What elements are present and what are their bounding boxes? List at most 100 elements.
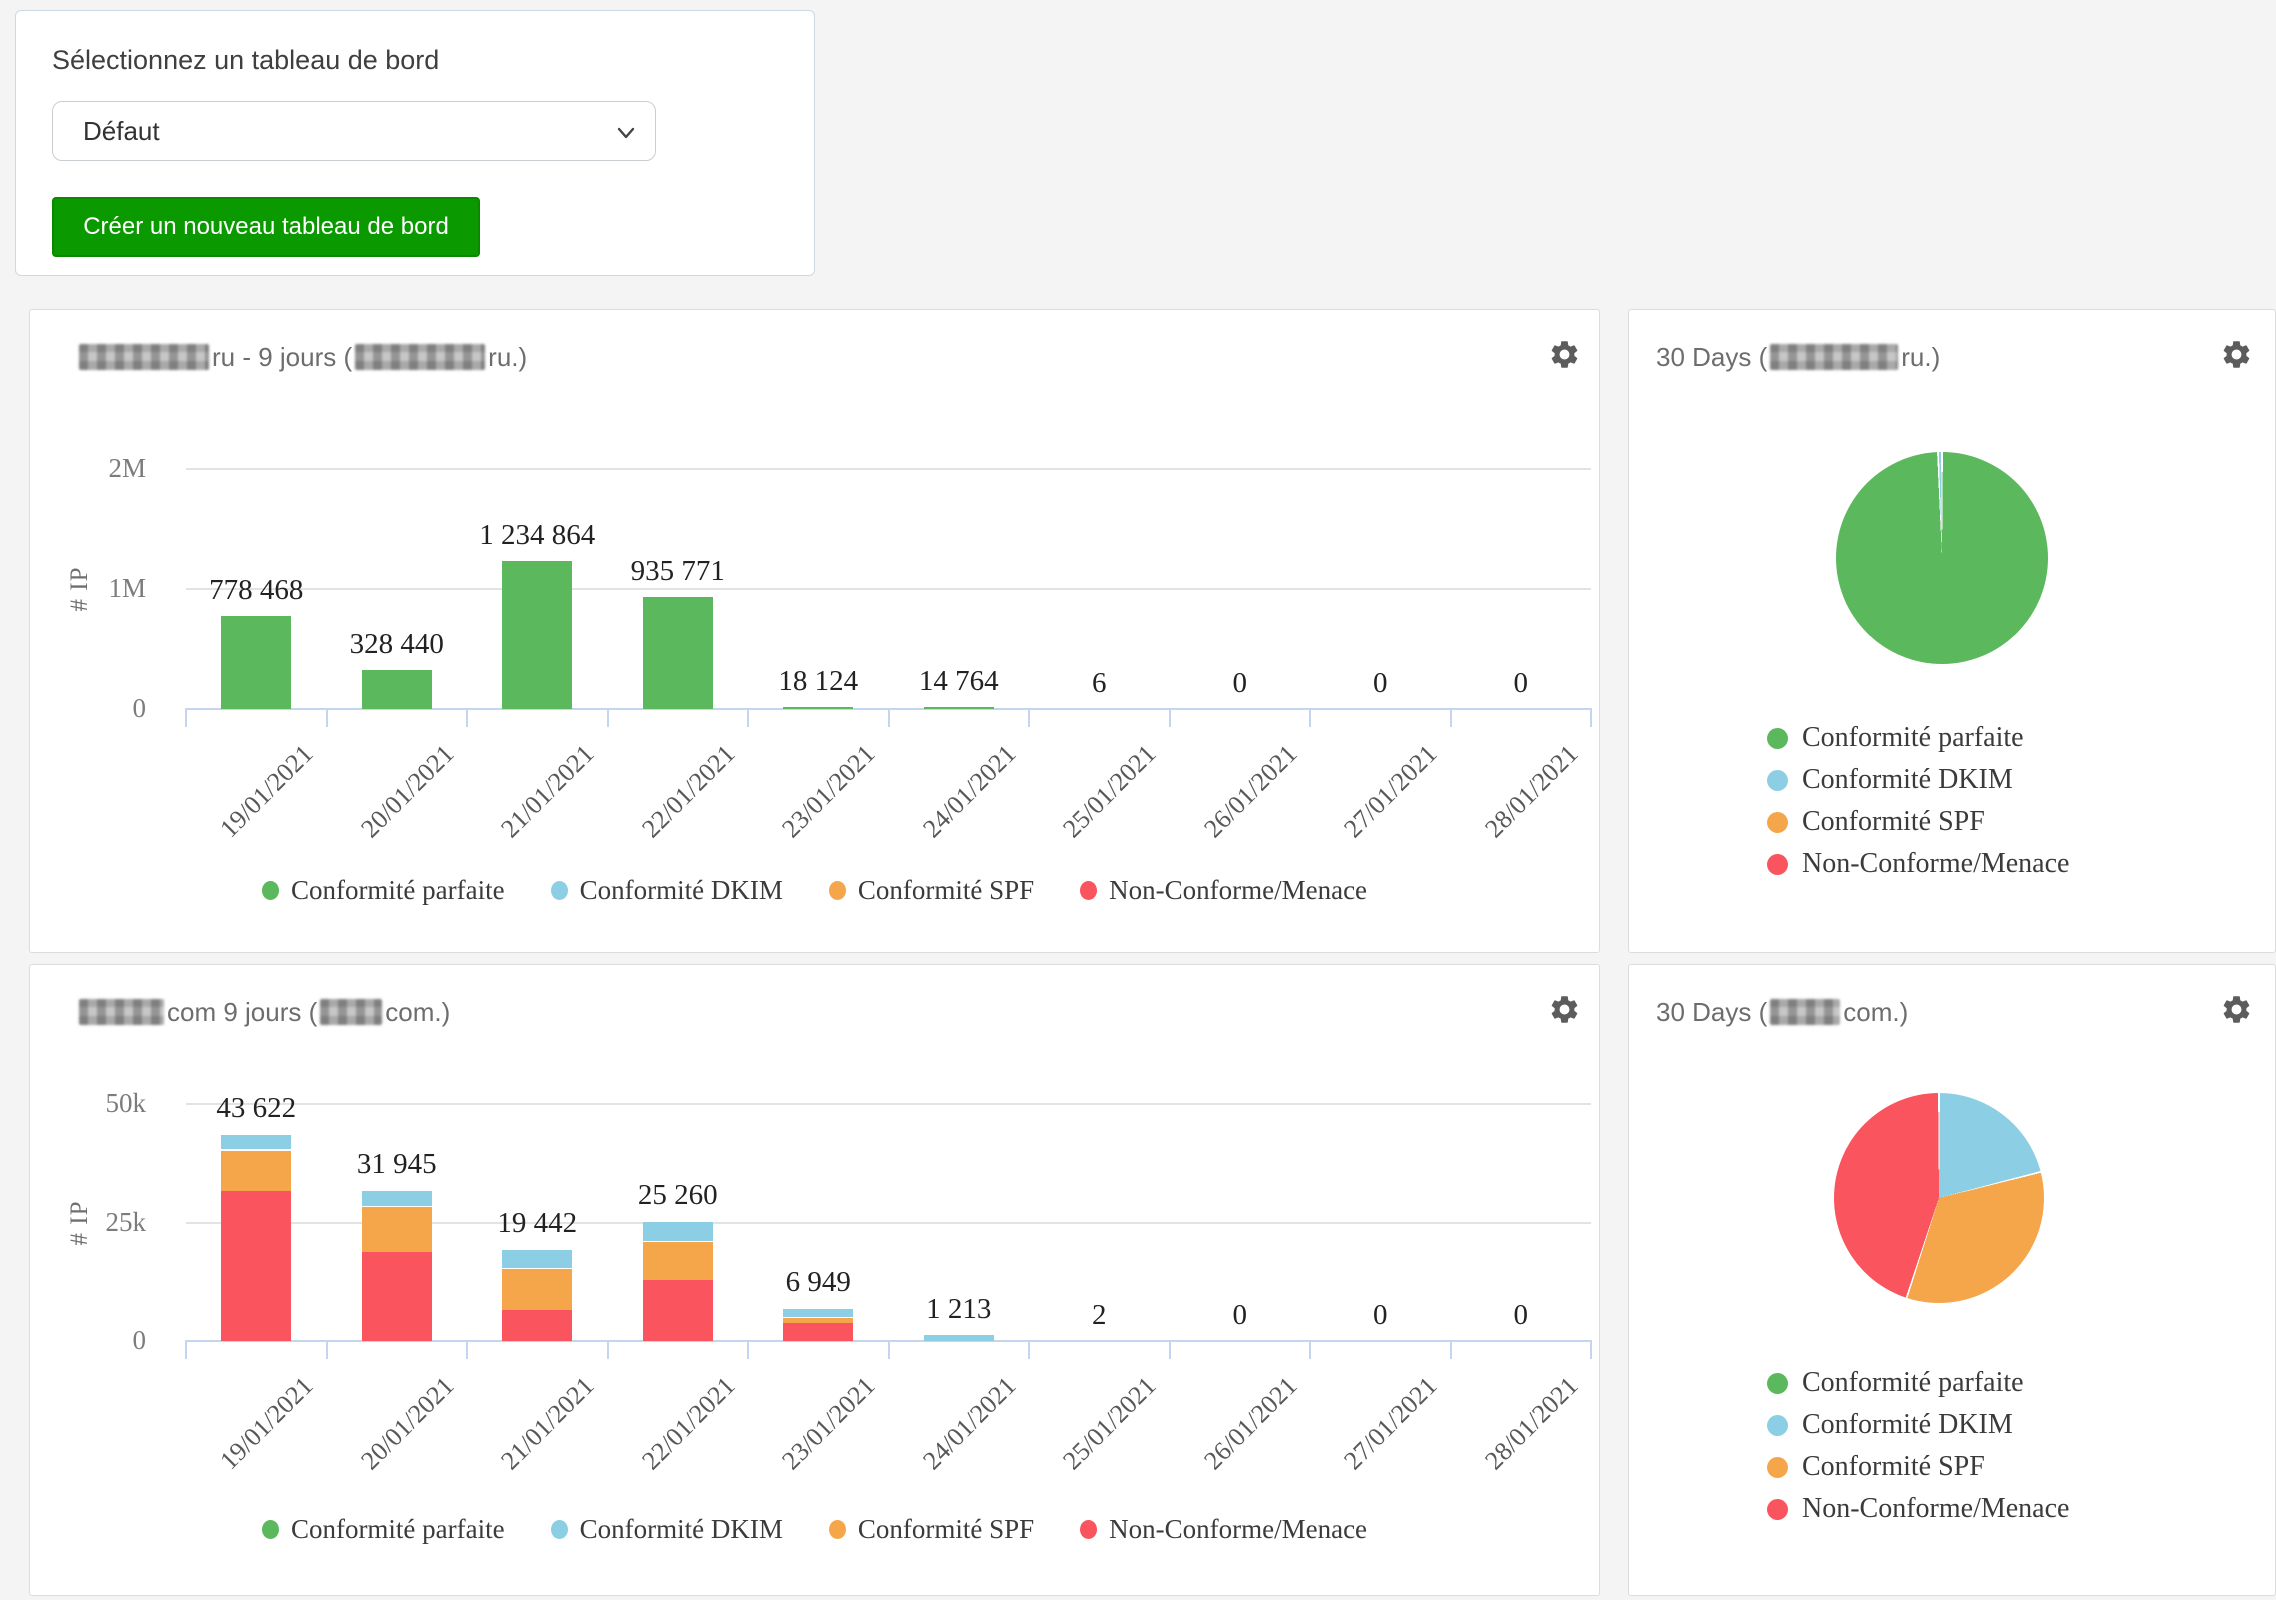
- legend-item-parfaite[interactable]: Conformité parfaite: [262, 875, 505, 906]
- x-axis-label: 22/01/2021: [607, 1371, 741, 1505]
- legend-color-dot: [829, 881, 846, 900]
- x-axis-tick: [1169, 1341, 1171, 1359]
- legend-item-parfaite[interactable]: Conformité parfaite: [262, 1514, 505, 1545]
- x-axis-tick: [747, 709, 749, 727]
- pie-chart: [1834, 1093, 2044, 1303]
- legend-label: Conformité parfaite: [291, 1514, 505, 1545]
- legend-label: Conformité DKIM: [1802, 1409, 2013, 1441]
- legend-color-dot: [829, 1520, 846, 1539]
- legend-label: Conformité parfaite: [1802, 722, 2024, 754]
- chart-legend: Conformité parfaite Conformité DKIM Confor…: [1767, 722, 2069, 880]
- legend-item-spf[interactable]: Conformité SPF: [1767, 806, 2069, 838]
- dashboard-page: { "dashboard_selector": { "label": "Séle…: [0, 0, 2276, 1600]
- bar-segment: [502, 1268, 572, 1310]
- legend-item-dkim[interactable]: Conformité DKIM: [551, 1514, 783, 1545]
- legend-item-spf[interactable]: Conformité SPF: [829, 875, 1034, 906]
- bar-total-label: 0: [1401, 1299, 1641, 1332]
- gridline: [186, 1103, 1591, 1105]
- legend-label: Conformité DKIM: [580, 875, 783, 906]
- card-pie-ru: 30 Days (ru.) Conformité parfaiteConform…: [1628, 309, 2276, 953]
- x-axis-label: 28/01/2021: [1450, 739, 1584, 873]
- legend-label: Conformité SPF: [1802, 1451, 1985, 1483]
- x-axis-label: 27/01/2021: [1309, 739, 1443, 873]
- x-axis-label: 25/01/2021: [1028, 739, 1162, 873]
- x-axis-label: 24/01/2021: [888, 739, 1022, 873]
- legend-label: Non-Conforme/Menace: [1109, 1514, 1367, 1545]
- bar-segment: [502, 1249, 572, 1269]
- x-axis-label: 20/01/2021: [326, 1371, 460, 1505]
- bar-total-label: 25 260: [558, 1179, 798, 1212]
- y-tick-label: 0: [46, 1325, 146, 1356]
- x-axis-tick: [326, 1341, 328, 1359]
- bar-total-label: 328 440: [277, 628, 517, 661]
- legend-item-parfaite[interactable]: Conformité parfaite: [1767, 722, 2069, 754]
- x-axis-tick: [1450, 709, 1452, 727]
- legend-item-menace[interactable]: Non-Conforme/Menace: [1767, 848, 2069, 880]
- x-axis-label: 23/01/2021: [747, 739, 881, 873]
- x-axis-tick: [1309, 1341, 1311, 1359]
- legend-item-spf[interactable]: Conformité SPF: [1767, 1451, 2069, 1483]
- legend-color-dot: [551, 881, 568, 900]
- bar-chart-ru: # IP01M2M778 46819/01/2021328 44020/01/2…: [30, 310, 1599, 952]
- legend-item-spf[interactable]: Conformité SPF: [829, 1514, 1034, 1545]
- x-axis-label: 25/01/2021: [1028, 1371, 1162, 1505]
- legend-color-dot: [262, 881, 279, 900]
- legend-item-dkim[interactable]: Conformité DKIM: [1767, 764, 2069, 796]
- x-axis-tick: [185, 1341, 187, 1359]
- legend-label: Conformité parfaite: [1802, 1367, 2024, 1399]
- bar-total-label: 43 622: [136, 1092, 376, 1125]
- gridline: [186, 468, 1591, 470]
- legend-label: Conformité SPF: [1802, 806, 1985, 838]
- x-axis-label: 19/01/2021: [185, 739, 319, 873]
- bar-segment: [362, 1252, 432, 1341]
- chart-legend: Conformité parfaite Conformité DKIM Confor…: [1767, 1367, 2069, 1525]
- bar-segment: [643, 1221, 713, 1241]
- bar-segment: [362, 1190, 432, 1206]
- legend-color-dot: [1767, 728, 1788, 749]
- bar-total-label: 935 771: [558, 555, 798, 588]
- dashboard-select[interactable]: Défaut: [52, 101, 656, 161]
- x-axis-tick: [607, 709, 609, 727]
- legend-item-menace[interactable]: Non-Conforme/Menace: [1080, 1514, 1367, 1545]
- dashboard-selector-panel: Sélectionnez un tableau de bord Défaut C…: [15, 10, 815, 276]
- x-axis-tick: [1450, 1341, 1452, 1359]
- x-axis-tick: [607, 1341, 609, 1359]
- y-tick-label: 0: [46, 693, 146, 724]
- legend-item-dkim[interactable]: Conformité DKIM: [1767, 1409, 2069, 1441]
- legend-item-parfaite[interactable]: Conformité parfaite: [1767, 1367, 2069, 1399]
- legend-color-dot: [1767, 1373, 1788, 1394]
- legend-label: Conformité SPF: [858, 1514, 1034, 1545]
- x-axis-tick: [888, 709, 890, 727]
- pie-chart: [1836, 452, 2048, 664]
- legend-label: Conformité DKIM: [1802, 764, 2013, 796]
- bar-total-label: 31 945: [277, 1148, 517, 1181]
- card-pie-com: 30 Days (com.) Conformité parfaiteConfor…: [1628, 964, 2276, 1596]
- x-axis-tick: [888, 1341, 890, 1359]
- legend-color-dot: [1767, 770, 1788, 791]
- x-axis-tick: [326, 709, 328, 727]
- legend-label: Conformité DKIM: [580, 1514, 783, 1545]
- x-axis-tick: [747, 1341, 749, 1359]
- legend-color-dot: [1767, 812, 1788, 833]
- x-axis-tick: [1028, 1341, 1030, 1359]
- bar-segment: [502, 1310, 572, 1341]
- x-axis-label: 22/01/2021: [607, 739, 741, 873]
- x-axis-tick: [1590, 709, 1592, 727]
- legend-color-dot: [262, 1520, 279, 1539]
- x-axis-tick: [1169, 709, 1171, 727]
- bar-segment: [362, 670, 432, 709]
- legend-label: Non-Conforme/Menace: [1109, 875, 1367, 906]
- create-dashboard-button[interactable]: Créer un nouveau tableau de bord: [52, 197, 480, 257]
- y-tick-label: 50k: [46, 1088, 146, 1119]
- legend-item-menace[interactable]: Non-Conforme/Menace: [1767, 1493, 2069, 1525]
- legend-item-menace[interactable]: Non-Conforme/Menace: [1080, 875, 1367, 906]
- bar-total-label: 0: [1401, 667, 1641, 700]
- legend-item-dkim[interactable]: Conformité DKIM: [551, 875, 783, 906]
- legend-label: Conformité parfaite: [291, 875, 505, 906]
- bar-total-label: 1 234 864: [417, 519, 657, 552]
- bar-total-label: 778 468: [136, 574, 376, 607]
- bar-chart-com: # IP025k50k43 62219/01/202131 94520/01/2…: [30, 965, 1599, 1595]
- x-axis-tick: [466, 1341, 468, 1359]
- x-axis-label: 26/01/2021: [1169, 739, 1303, 873]
- bar-segment: [221, 1191, 291, 1341]
